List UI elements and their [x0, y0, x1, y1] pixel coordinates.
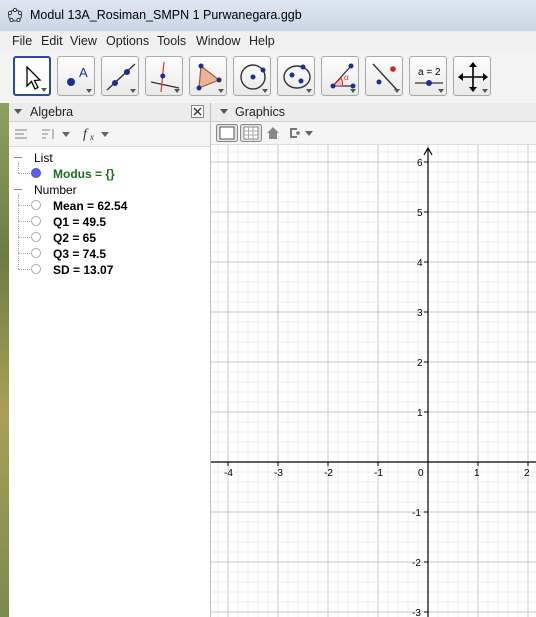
panel-menu-arrow-icon[interactable] — [220, 109, 228, 114]
circle-tool-button[interactable] — [233, 56, 271, 96]
tree-connector — [18, 205, 30, 206]
q2-item[interactable]: Q2 = 65 — [53, 231, 96, 245]
graphics-style-bar — [211, 122, 536, 145]
tree-connector — [18, 195, 19, 269]
modus-item[interactable]: Modus = {} — [53, 167, 115, 181]
algebra-style-bar: f x — [9, 122, 210, 147]
window-title: Modul 13A_Rosiman_SMPN 1 Purwanegara.ggb — [30, 8, 302, 22]
window-titlebar: Modul 13A_Rosiman_SMPN 1 Purwanegara.ggb — [0, 0, 536, 32]
algebra-view-header: Algebra — [9, 103, 210, 122]
close-panel-button[interactable] — [191, 105, 204, 118]
tree-connector — [18, 253, 30, 254]
toolbar: A α a = 2 — [0, 51, 536, 104]
q3-item[interactable]: Q3 = 74.5 — [53, 247, 106, 261]
tree-connector — [18, 221, 30, 222]
graphics-view-title: Graphics — [235, 105, 286, 119]
geogebra-app-icon — [7, 7, 23, 23]
algebra-view-title: Algebra — [30, 105, 74, 119]
home-icon[interactable] — [266, 126, 280, 140]
menu-view[interactable]: View — [70, 34, 97, 48]
tree-connector — [18, 269, 30, 270]
perpendicular-tool-button[interactable] — [145, 56, 183, 96]
y-tick-label: 6 — [417, 158, 423, 169]
x-tick-label: -1 — [374, 468, 383, 479]
number-group-label: Number — [34, 183, 77, 197]
y-tick-label: 3 — [417, 308, 423, 319]
x-tick-label: 2 — [524, 468, 530, 479]
point-tool-button[interactable]: A — [57, 56, 95, 96]
visibility-toggle-q3[interactable] — [31, 248, 41, 258]
y-tick-label: 2 — [417, 358, 423, 369]
visibility-toggle-modus[interactable] — [31, 168, 41, 178]
svg-text:x: x — [89, 132, 94, 142]
q1-item[interactable]: Q1 = 49.5 — [53, 215, 106, 229]
menu-file[interactable]: File — [12, 34, 32, 48]
menu-edit[interactable]: Edit — [41, 34, 63, 48]
y-tick-label: -1 — [412, 508, 421, 519]
conic-tool-button[interactable] — [277, 56, 315, 96]
graphics-canvas[interactable]: -4 -3 -2 -1 0 1 2 6 5 4 3 2 1 -1 -2 -3 — [211, 145, 536, 617]
x-tick-label: 1 — [474, 468, 480, 479]
graphics-view: Graphics -4 -3 -2 -1 0 1 2 6 5 4 3 2 1 -1 -2 -3 — [211, 103, 536, 617]
y-tick-label: 5 — [417, 208, 423, 219]
svg-text:A: A — [79, 65, 88, 80]
mean-item[interactable]: Mean = 62.54 — [53, 199, 127, 213]
close-icon — [193, 107, 202, 116]
visibility-toggle-sd[interactable] — [31, 264, 41, 274]
collapse-list-toggle[interactable] — [14, 157, 22, 158]
point-capturing-icon[interactable] — [287, 126, 315, 140]
visibility-toggle-q2[interactable] — [31, 232, 41, 242]
list-group-label: List — [34, 151, 53, 165]
collapse-number-toggle[interactable] — [14, 189, 22, 190]
x-tick-label: -3 — [274, 468, 283, 479]
toggle-auxiliary-icon[interactable] — [14, 127, 28, 141]
move-graphics-tool-button[interactable] — [453, 56, 491, 96]
menu-options[interactable]: Options — [106, 34, 149, 48]
input-function-icon[interactable]: f x — [82, 125, 112, 143]
show-grid-toggle-icon[interactable] — [240, 124, 262, 142]
desktop-background-strip — [0, 103, 9, 617]
y-tick-label: 1 — [417, 408, 423, 419]
svg-text:f: f — [83, 127, 89, 142]
line-tool-button[interactable] — [101, 56, 139, 96]
tree-connector — [18, 163, 19, 173]
slider-tool-label: a = 2 — [418, 67, 441, 78]
polygon-tool-button[interactable] — [189, 56, 227, 96]
graphics-view-header: Graphics — [211, 103, 536, 122]
y-tick-label: 4 — [417, 258, 423, 269]
panel-menu-arrow-icon[interactable] — [14, 109, 22, 114]
angle-tool-button[interactable]: α — [321, 56, 359, 96]
y-tick-label: -2 — [412, 558, 421, 569]
visibility-toggle-mean[interactable] — [31, 200, 41, 210]
y-tick-label: -3 — [412, 608, 421, 617]
x-tick-label: -4 — [224, 468, 233, 479]
x-tick-label: -2 — [324, 468, 333, 479]
menu-window[interactable]: Window — [196, 34, 240, 48]
slider-tool-button[interactable]: a = 2 — [409, 56, 447, 96]
tree-connector — [18, 237, 30, 238]
sd-item[interactable]: SD = 13.07 — [53, 263, 113, 277]
visibility-toggle-q1[interactable] — [31, 216, 41, 226]
show-axes-toggle-icon[interactable] — [216, 124, 238, 142]
menu-bar: File Edit View Options Tools Window Help — [0, 31, 536, 51]
menu-help[interactable]: Help — [249, 34, 275, 48]
sort-by-icon[interactable] — [41, 127, 71, 141]
algebra-view: Algebra f x List Modus = {} Number Mean … — [9, 103, 211, 617]
menu-tools[interactable]: Tools — [157, 34, 186, 48]
tree-connector — [18, 173, 30, 174]
svg-text:α: α — [344, 72, 349, 82]
x-tick-label: 0 — [418, 468, 424, 479]
move-tool-button[interactable] — [13, 56, 51, 96]
reflect-tool-button[interactable] — [365, 56, 403, 96]
